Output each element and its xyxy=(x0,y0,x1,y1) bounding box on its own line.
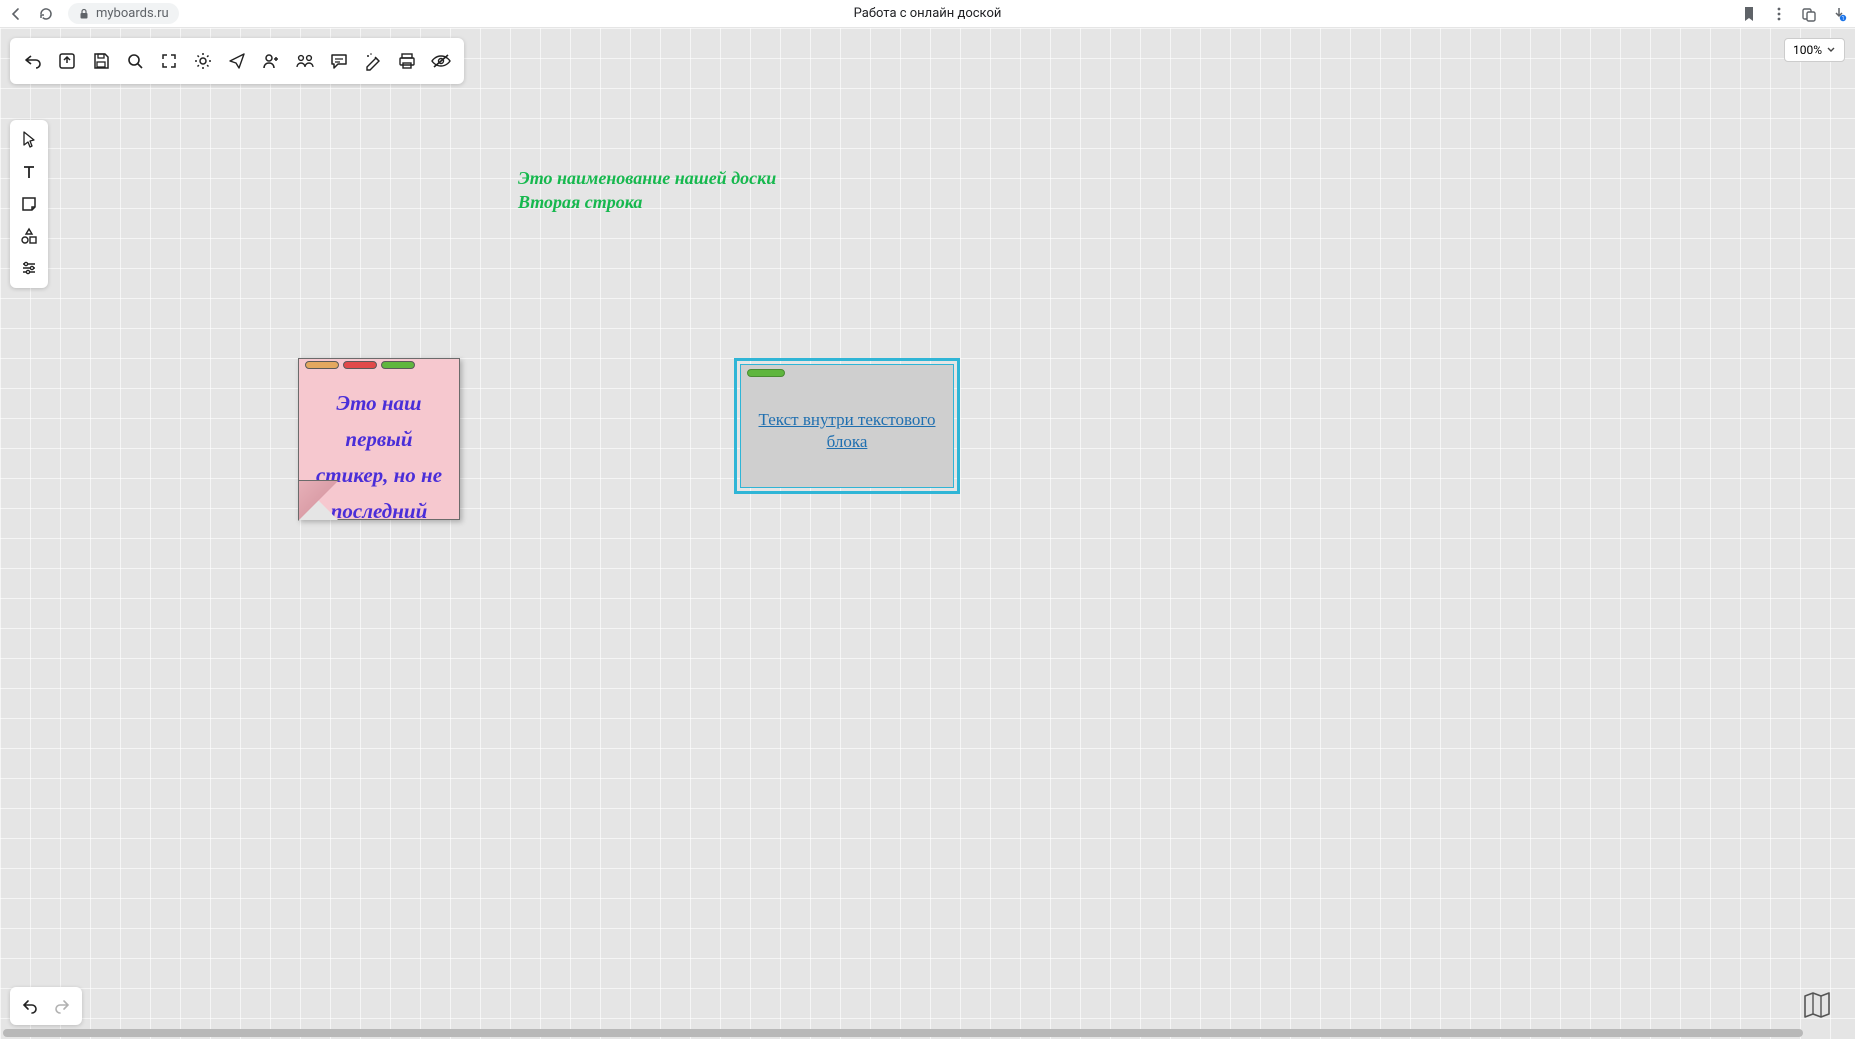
sticker-fold xyxy=(298,480,338,520)
draw-button[interactable] xyxy=(356,44,390,78)
undo-button[interactable] xyxy=(16,44,50,78)
scrollbar-thumb[interactable] xyxy=(3,1029,1803,1037)
tag-green xyxy=(381,361,415,369)
settings-button[interactable] xyxy=(186,44,220,78)
lock-icon xyxy=(78,8,90,20)
chevron-down-icon xyxy=(1826,45,1836,55)
redo-history-button xyxy=(46,991,78,1021)
svg-text:1: 1 xyxy=(1842,16,1845,22)
bookmark-icon[interactable] xyxy=(1741,6,1757,22)
comment-button[interactable] xyxy=(322,44,356,78)
reload-icon[interactable] xyxy=(38,6,54,22)
sticker-tags xyxy=(305,361,415,369)
search-button[interactable] xyxy=(118,44,152,78)
note-tool[interactable] xyxy=(14,188,44,220)
address-bar[interactable]: myboards.ru xyxy=(68,3,179,24)
extensions-icon[interactable] xyxy=(1801,6,1817,22)
board-title-line2: Вторая строка xyxy=(518,190,776,214)
tag-red xyxy=(343,361,377,369)
print-button[interactable] xyxy=(390,44,424,78)
board-canvas[interactable] xyxy=(0,28,1855,1039)
app-root: 100% Это наименование нашей доски Вторая… xyxy=(0,28,1855,1039)
invite-button[interactable] xyxy=(254,44,288,78)
page-title: Работа с онлайн доской xyxy=(854,6,1002,21)
board-title-line1: Это наименование нашей доски xyxy=(518,166,776,190)
menu-icon[interactable] xyxy=(1771,6,1787,22)
text-block-tag xyxy=(747,369,785,377)
text-tool[interactable] xyxy=(14,156,44,188)
url-text: myboards.ru xyxy=(96,6,169,21)
pointer-tool[interactable] xyxy=(14,124,44,156)
horizontal-scrollbar[interactable] xyxy=(2,1029,1853,1037)
zoom-value: 100% xyxy=(1793,43,1822,57)
minimap-button[interactable] xyxy=(1799,987,1835,1023)
save-button[interactable] xyxy=(84,44,118,78)
text-block[interactable]: Текст внутри текстового блока xyxy=(734,358,960,494)
back-icon[interactable] xyxy=(8,6,24,22)
zoom-control[interactable]: 100% xyxy=(1784,38,1845,62)
board-title[interactable]: Это наименование нашей доски Вторая стро… xyxy=(518,166,776,214)
shapes-tool[interactable] xyxy=(14,220,44,252)
undo-history-button[interactable] xyxy=(14,991,46,1021)
sliders-tool[interactable] xyxy=(14,252,44,284)
import-button[interactable] xyxy=(50,44,84,78)
history-controls xyxy=(10,987,82,1025)
present-button[interactable] xyxy=(288,44,322,78)
browser-bar: myboards.ru Работа с онлайн доской 1 xyxy=(0,0,1855,28)
downloads-icon[interactable]: 1 xyxy=(1831,6,1847,22)
top-toolbar xyxy=(10,38,464,84)
text-block-content: Текст внутри текстового блока xyxy=(747,409,947,453)
tag-orange xyxy=(305,361,339,369)
fullscreen-button[interactable] xyxy=(152,44,186,78)
send-button[interactable] xyxy=(220,44,254,78)
hide-button[interactable] xyxy=(424,44,458,78)
left-toolbar xyxy=(10,120,48,288)
sticker-note[interactable]: Это наш первый стикер, но не последний xyxy=(298,358,460,520)
